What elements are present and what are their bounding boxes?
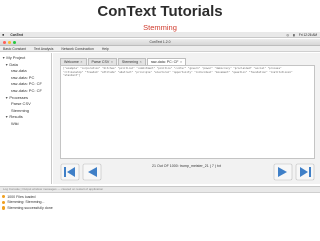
previous-page-button[interactable]	[82, 163, 102, 181]
menu-bar-status: ◎ ▮ Fri 12:26 AM	[286, 33, 317, 37]
menu-app-name[interactable]: ConText	[10, 33, 23, 37]
main-panel: Welcome × Parse CSV × Stemming × raw-data: …	[53, 53, 320, 184]
document-status: 21 Out OF 1000: trump_meister_21 ( 7 ) t…	[152, 164, 221, 168]
project-tree: ▼My Project ▼Data raw-data raw-data: PC …	[0, 53, 52, 184]
last-page-button[interactable]	[295, 163, 315, 181]
tab-stemming[interactable]: Stemming ×	[117, 58, 146, 65]
window-controls	[3, 40, 16, 44]
close-tab-icon[interactable]: ×	[180, 60, 182, 64]
expand-triangle-icon[interactable]: ▼	[5, 115, 8, 119]
window-title: ConText 1.2.0	[149, 40, 171, 44]
tree-item-parse-csv[interactable]: Parse CSV	[0, 101, 51, 108]
menu-bar: ● ConText ◎ ▮ Fri 12:26 AM	[0, 32, 320, 38]
tree-item-raw-data-pc-cf[interactable]: raw-data: PC: CF	[0, 88, 51, 95]
tree-item-results[interactable]: ▼Results	[0, 114, 51, 121]
clock-text[interactable]: Fri 12:26 AM	[299, 33, 317, 37]
skip-back-icon	[60, 163, 80, 181]
battery-icon[interactable]: ▮	[293, 33, 295, 37]
tree-item-wiki[interactable]: Wiki	[0, 121, 51, 128]
editor-line: "standard"]	[63, 74, 81, 77]
close-tab-icon[interactable]: ×	[140, 60, 142, 64]
tab-bar: Welcome × Parse CSV × Stemming × raw-data: …	[60, 58, 187, 65]
toolbar-item[interactable]: Network Construction	[61, 47, 93, 51]
toolbar-item[interactable]: Help	[102, 47, 109, 51]
tree-item-raw-data[interactable]: raw-data	[0, 68, 51, 75]
close-window-icon[interactable]	[3, 40, 6, 44]
tab-raw-data-pc-cf[interactable]: raw-data: PC: CF ×	[146, 58, 187, 65]
tree-item-my-project[interactable]: ▼My Project	[0, 55, 51, 62]
toolbar-item[interactable]: Basic Constant	[3, 47, 26, 51]
first-page-button[interactable]	[60, 163, 80, 181]
toolbar: Basic Constant Text Analysis Network Con…	[0, 46, 320, 52]
info-icon	[2, 206, 6, 210]
close-tab-icon[interactable]: ×	[111, 60, 113, 64]
expand-triangle-icon[interactable]: ▼	[5, 63, 8, 67]
tree-item-stemming[interactable]: Stemming	[0, 108, 51, 115]
tree-item-processes[interactable]: ▼Processes	[0, 95, 51, 102]
log-console: Log Console | Output window messages — c…	[0, 186, 320, 241]
tab-welcome[interactable]: Welcome ×	[60, 58, 87, 65]
tree-item-raw-data-pc-cf[interactable]: raw-data: PC: CF	[0, 81, 51, 88]
apple-icon[interactable]: ●	[2, 32, 4, 37]
expand-triangle-icon[interactable]: ▼	[2, 56, 5, 60]
play-back-icon	[82, 163, 102, 181]
minimize-window-icon[interactable]	[8, 40, 11, 44]
toolbar-item[interactable]: Text Analysis	[34, 47, 54, 51]
log-entry: Stemming successfully done	[2, 205, 320, 211]
navigation-bar: 21 Out OF 1000: trump_meister_21 ( 7 ) t…	[60, 161, 315, 183]
slide-title: ConText Tutorials	[97, 3, 223, 20]
close-tab-icon[interactable]: ×	[80, 60, 82, 64]
wifi-icon[interactable]: ◎	[286, 33, 289, 37]
slide-subtitle: Stemming	[143, 23, 177, 32]
info-icon	[2, 195, 6, 199]
info-icon	[2, 200, 6, 204]
editor-line: ["example" "corporation" "bitches" "poli…	[63, 67, 282, 70]
tab-parse-csv[interactable]: Parse CSV ×	[87, 58, 117, 65]
tree-item-raw-data-pc[interactable]: raw-data: PC	[0, 75, 51, 82]
text-editor[interactable]: ["example" "corporation" "bitches" "poli…	[60, 65, 315, 159]
expand-triangle-icon[interactable]: ▼	[5, 96, 8, 100]
console-body: 1000 Files loaded Stemming: Stemming... …	[0, 193, 320, 211]
zoom-window-icon[interactable]	[13, 40, 16, 44]
tree-item-data[interactable]: ▼Data	[0, 62, 51, 69]
editor-line: "citizenship" "freedom" "attitude" "abst…	[63, 70, 293, 74]
skip-forward-icon	[295, 163, 315, 181]
next-page-button[interactable]	[273, 163, 293, 181]
window-titlebar: ConText 1.2.0	[0, 39, 320, 46]
play-forward-icon	[273, 163, 293, 181]
